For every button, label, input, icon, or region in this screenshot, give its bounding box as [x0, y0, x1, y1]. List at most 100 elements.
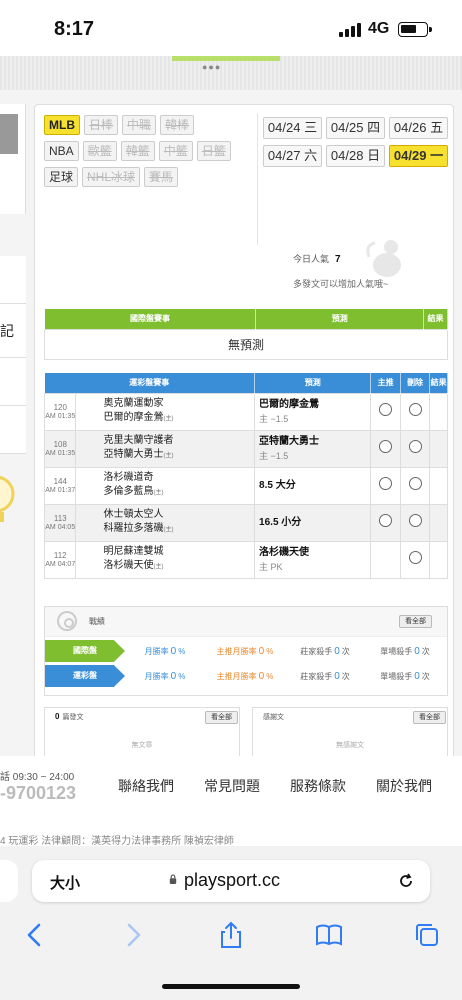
date-tab[interactable]: 04/24 三 — [263, 117, 322, 139]
sport-tag[interactable]: 中籃 — [158, 141, 193, 161]
back-icon[interactable] — [20, 920, 50, 950]
delete-radio[interactable] — [408, 439, 422, 453]
main-pick-cell — [370, 392, 401, 431]
stat-unit: % — [178, 646, 186, 656]
forward-icon[interactable] — [118, 920, 148, 950]
record-type-label[interactable]: 運彩盤 — [45, 665, 125, 687]
delete-radio[interactable] — [408, 402, 422, 416]
delete-cell — [399, 503, 431, 542]
terms-link[interactable]: 服務條款 — [290, 776, 346, 796]
teams-cell: 洛杉磯道奇 多倫多藍鳥(主) — [75, 466, 256, 505]
thanks-empty: 無感謝文 — [336, 742, 364, 749]
sport-tag[interactable]: 韓棒 — [160, 115, 195, 135]
game-id-cell: 108 AM 01:35 — [43, 429, 77, 468]
network-label: 4G — [368, 20, 390, 37]
view-all-thanks-button[interactable]: 看全部 — [413, 711, 446, 724]
share-icon[interactable] — [216, 920, 246, 950]
sidebar-item-record[interactable]: 記錄 — [0, 304, 26, 358]
view-all-record-button[interactable]: 看全部 — [399, 615, 432, 628]
record-stat: 莊家殺手 0 次 — [285, 671, 365, 682]
date-tab[interactable]: 04/26 五 — [389, 117, 448, 139]
game-time: AM 04:05 — [45, 523, 76, 531]
stat-label: 主推月勝率 — [216, 671, 257, 681]
stat-unit: 次 — [341, 646, 350, 656]
reload-icon[interactable] — [396, 871, 416, 891]
away-team: 奧克蘭運動家 — [103, 398, 164, 409]
about-link[interactable]: 關於我們 — [376, 776, 432, 796]
prediction-cell: 洛杉磯天使主 PK — [254, 540, 372, 579]
delete-radio[interactable] — [408, 550, 422, 564]
stat-unit: % — [178, 671, 186, 681]
column-header: 運彩盤賽事 — [44, 373, 256, 393]
sport-tag[interactable]: MLB — [44, 115, 80, 135]
sport-tag[interactable]: 日籃 — [196, 141, 231, 161]
sport-tag[interactable]: 日棒 — [84, 115, 119, 135]
tabs-icon[interactable] — [412, 920, 442, 950]
main-pick-radio[interactable] — [379, 402, 393, 416]
home-team: 多倫多藍鳥 — [103, 486, 154, 497]
home-tag: (主) — [163, 527, 174, 533]
avatar[interactable] — [0, 114, 18, 154]
game-number: 112 — [53, 550, 67, 560]
record-row: 國際盤 月勝率 0% 主推月勝率 0% 莊家殺手 0 次單場殺手 0 次 — [45, 640, 447, 662]
carousel-dots[interactable]: ●●● — [202, 62, 221, 72]
date-tab[interactable]: 04/25 四 — [326, 117, 385, 139]
result-cell — [429, 466, 448, 505]
main-pick-radio[interactable] — [379, 476, 393, 490]
teams-cell: 克里夫蘭守護者 亞特蘭大勇士(主) — [75, 429, 256, 468]
delete-radio[interactable] — [408, 476, 422, 490]
sport-tag[interactable]: 足球 — [44, 167, 79, 187]
text-size-button[interactable]: 大小 — [50, 872, 80, 893]
home-tag: (主) — [163, 453, 174, 459]
record-stat: 莊家殺手 0 次 — [285, 646, 365, 657]
game-time: AM 01:35 — [45, 449, 76, 457]
phone-number[interactable]: -9700123 — [0, 783, 76, 804]
game-time: AM 01:35 — [45, 412, 76, 420]
sport-tag[interactable]: 韓籃 — [120, 141, 155, 161]
delete-radio[interactable] — [408, 513, 422, 527]
home-team-line: 巴爾的摩金鶯(主) — [103, 411, 254, 426]
sidebar-item[interactable] — [0, 406, 26, 454]
signal-icon — [339, 23, 361, 37]
faq-link[interactable]: 常見問題 — [204, 776, 260, 796]
sport-tags-row3: 足球 NHL冰球 賽馬 — [44, 167, 179, 187]
prediction-pick: 16.5 小分 — [259, 516, 302, 528]
target-icon — [57, 611, 77, 631]
teams-cell: 休士頓太空人 科羅拉多落磯(主) — [75, 503, 256, 542]
previous-tab-preview[interactable] — [0, 860, 18, 902]
home-team: 科羅拉多落磯 — [103, 523, 164, 534]
sidebar-item[interactable] — [0, 358, 26, 406]
sport-tag[interactable]: NHL冰球 — [82, 167, 141, 187]
column-header: 刪除 — [400, 373, 431, 393]
address-bar[interactable]: 大小 playsport.cc — [32, 860, 430, 902]
date-tab[interactable]: 04/27 六 — [263, 145, 322, 167]
column-header: 主推 — [370, 373, 401, 393]
game-id-cell: 144 AM 01:37 — [43, 466, 77, 505]
record-stat: 主推月勝率 0% — [205, 646, 285, 657]
main-card: MLB 日棒 中職 韓棒 NBA 歐籃 韓籃 中籃 日籃 足球 NHL冰球 賽馬 04/24 三0… — [34, 104, 454, 776]
record-stat: 主推月勝率 0% — [205, 671, 285, 682]
home-tag: (主) — [163, 416, 174, 422]
sport-tag[interactable]: NBA — [44, 141, 79, 161]
url-text[interactable]: playsport.cc — [184, 870, 280, 891]
record-type-label[interactable]: 國際盤 — [45, 640, 125, 662]
home-team-line: 科羅拉多落磯(主) — [103, 522, 254, 537]
date-tab[interactable]: 04/29 一 — [389, 145, 448, 167]
sport-tag[interactable]: 歐籃 — [82, 141, 117, 161]
lock-icon — [169, 874, 177, 884]
sidebar-item[interactable] — [0, 256, 26, 304]
delete-cell — [399, 429, 431, 468]
bookmarks-icon[interactable] — [314, 920, 344, 950]
date-tab[interactable]: 04/28 日 — [326, 145, 385, 167]
posts-caption: 0 篇發文 — [55, 712, 83, 722]
browser-address-area: 大小 playsport.cc — [0, 846, 462, 916]
table-row: 144 AM 01:37 洛杉磯道奇 多倫多藍鳥(主) 8.5 大分 — [43, 466, 448, 505]
sport-tag[interactable]: 中職 — [122, 115, 157, 135]
view-all-posts-button[interactable]: 看全部 — [205, 711, 238, 724]
main-pick-radio[interactable] — [379, 513, 393, 527]
thanks-box: 感謝文 看全部 無感謝文 — [252, 707, 448, 763]
prediction-line: 主 −1.5 — [259, 413, 289, 424]
sport-tag[interactable]: 賽馬 — [144, 167, 179, 187]
contact-link[interactable]: 聯絡我們 — [118, 776, 174, 796]
main-pick-radio[interactable] — [379, 439, 393, 453]
